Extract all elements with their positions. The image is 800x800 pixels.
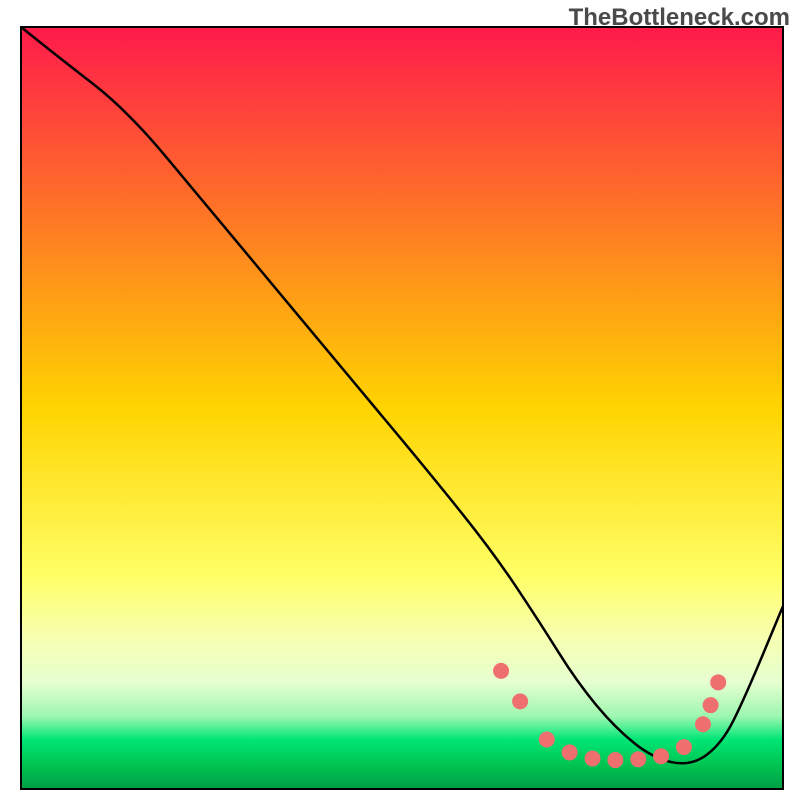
data-point: [585, 751, 601, 767]
data-point: [695, 716, 711, 732]
data-point: [512, 693, 528, 709]
data-point: [630, 751, 646, 767]
data-point: [676, 739, 692, 755]
data-point: [539, 731, 555, 747]
data-point: [710, 674, 726, 690]
bottleneck-chart: [0, 0, 800, 800]
data-point: [653, 748, 669, 764]
chart-background: [21, 27, 783, 789]
data-point: [607, 752, 623, 768]
data-point: [493, 663, 509, 679]
data-point: [562, 744, 578, 760]
watermark-text: TheBottleneck.com: [569, 4, 790, 32]
data-point: [703, 697, 719, 713]
